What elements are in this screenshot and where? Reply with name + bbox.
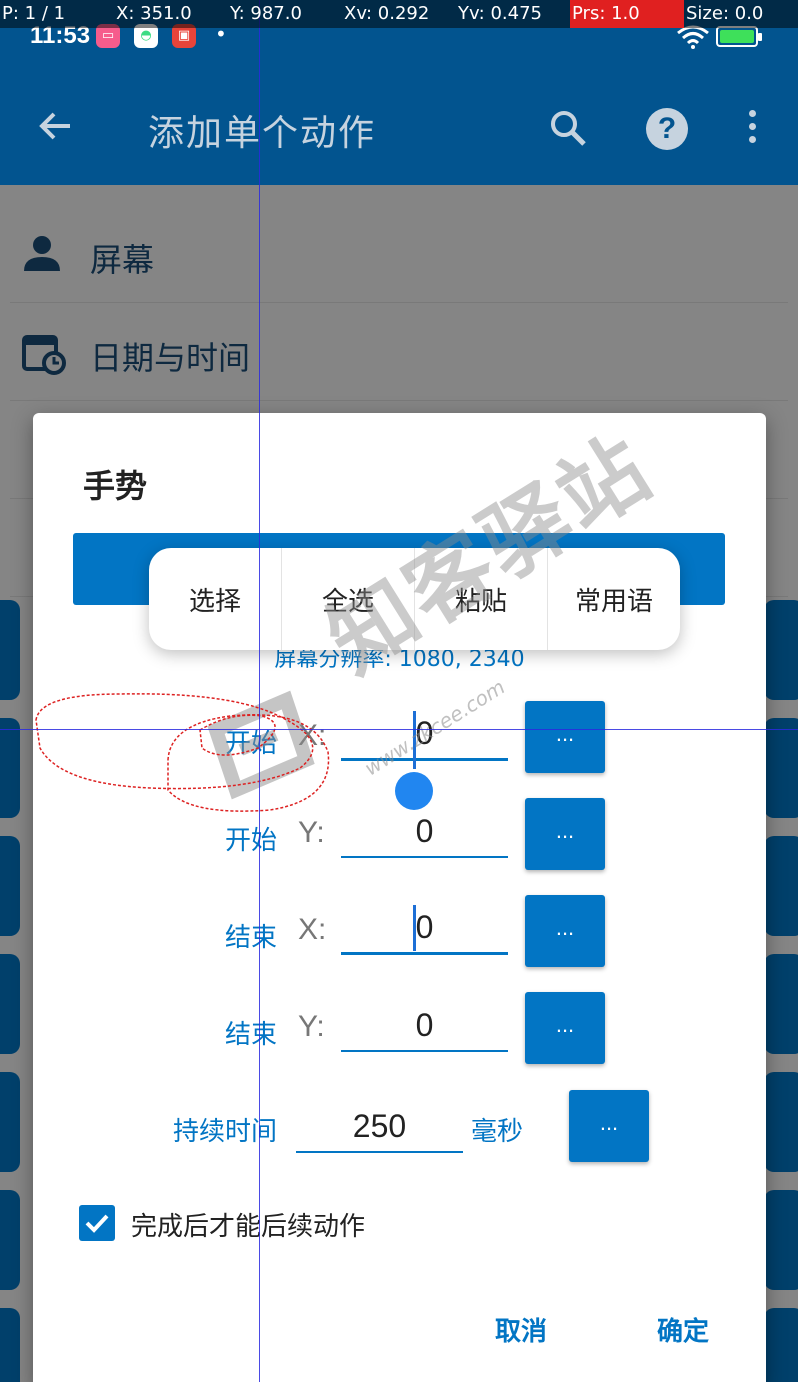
pointer-size: Size: 0.0 <box>686 3 764 24</box>
pointer-count: P: 1 / 1 <box>2 3 66 24</box>
pointer-y: Y: 987.0 <box>230 3 302 24</box>
pointer-location-bar: P: 1 / 1 X: 351.0 Y: 987.0 Xv: 0.292 Yv:… <box>0 0 798 28</box>
pointer-x: X: 351.0 <box>116 3 192 24</box>
pointer-pressure: Prs: 1.0 <box>570 0 684 28</box>
pointer-yv: Yv: 0.475 <box>458 3 542 24</box>
pointer-xv: Xv: 0.292 <box>344 3 430 24</box>
pointer-crosshair-vertical <box>259 0 260 1382</box>
pointer-crosshair-horizontal <box>0 729 798 730</box>
gesture-trace <box>35 693 330 812</box>
